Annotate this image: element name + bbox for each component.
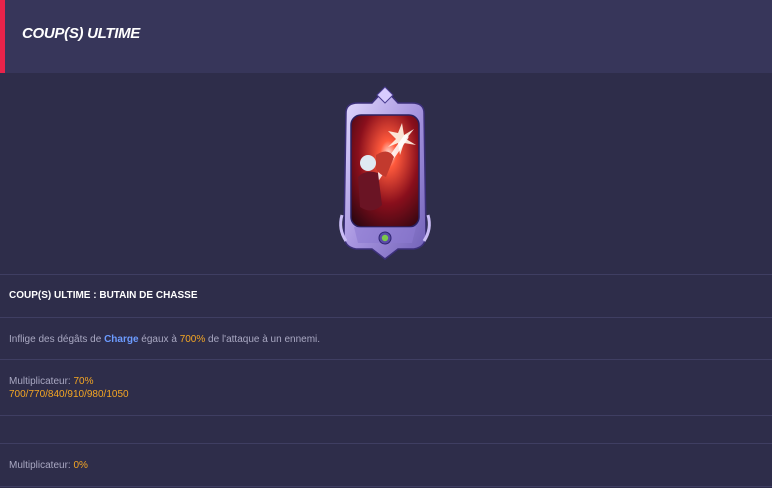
- divider: [0, 359, 772, 360]
- section-header: COUP(S) ULTIME: [0, 0, 772, 73]
- skill-description: Inflige des dégâts de Charge égaux à 700…: [9, 333, 320, 346]
- multiplier-row-1: Multiplicateur: 70% 700/770/840/910/980/…: [9, 375, 129, 401]
- multiplier-value: 70%: [73, 376, 94, 387]
- divider: [0, 317, 772, 318]
- section-title: COUP(S) ULTIME: [22, 25, 141, 42]
- multiplier-levels: 700/770/840/910/980/1050: [9, 389, 129, 400]
- damage-percent: 700%: [179, 334, 206, 345]
- divider: [0, 274, 772, 275]
- ultimate-skill-card-icon: [339, 86, 431, 260]
- divider: [0, 443, 772, 444]
- description-middle: égaux à: [138, 334, 180, 345]
- description-suffix: de l'attaque à un ennemi.: [205, 334, 321, 345]
- description-prefix: Inflige des dégâts de: [9, 334, 105, 345]
- multiplier-value: 0%: [73, 460, 88, 471]
- multiplier-label: Multiplicateur:: [9, 376, 74, 387]
- divider: [0, 415, 772, 416]
- multiplier-row-2: Multiplicateur: 0%: [9, 459, 88, 472]
- card-area: [0, 73, 772, 273]
- multiplier-label: Multiplicateur:: [9, 460, 74, 471]
- divider: [0, 486, 772, 487]
- damage-type: Charge: [104, 334, 139, 345]
- skill-title: COUP(S) ULTIME : BUTAIN DE CHASSE: [9, 290, 198, 301]
